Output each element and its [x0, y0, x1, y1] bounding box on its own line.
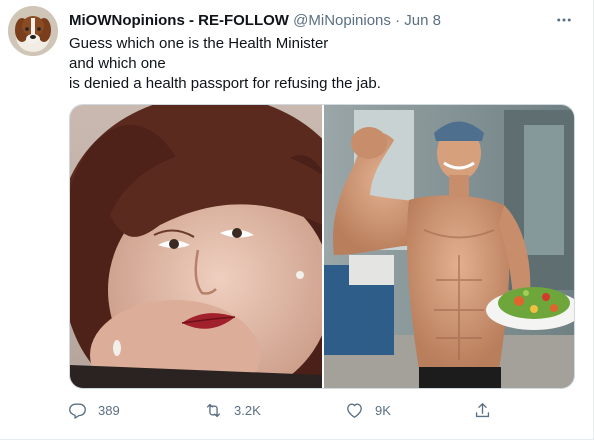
- more-icon[interactable]: [549, 5, 579, 35]
- tweet-actions: 389 3.2K 9K: [68, 398, 508, 422]
- avatar[interactable]: [8, 6, 58, 56]
- tweet-text-line: Guess which one is the Health Minister: [69, 35, 329, 52]
- avatar-image: [8, 6, 58, 56]
- separator-dot: ·: [395, 12, 401, 29]
- tweet-text-line: is denied a health passport for refusing…: [69, 75, 381, 92]
- reply-button[interactable]: 389: [68, 398, 120, 422]
- retweet-button[interactable]: 3.2K: [204, 398, 261, 422]
- photo-left[interactable]: [70, 105, 322, 389]
- reply-icon: [69, 402, 86, 419]
- heart-icon: [347, 402, 362, 418]
- reply-count: 389: [98, 402, 120, 418]
- tweet-text: Guess which one is the Health Minister a…: [69, 34, 381, 94]
- share-button[interactable]: [473, 398, 492, 422]
- retweet-icon: [206, 403, 221, 417]
- like-button[interactable]: 9K: [345, 398, 391, 422]
- tweet-media[interactable]: [69, 104, 575, 389]
- display-name[interactable]: MiOWNopinions - RE-FOLLOW: [69, 12, 289, 29]
- photo-right[interactable]: [324, 105, 575, 389]
- tweet[interactable]: MiOWNopinions - RE-FOLLOW @MiNopinions ·…: [0, 0, 594, 440]
- share-icon: [475, 402, 490, 417]
- user-handle[interactable]: @MiNopinions: [293, 12, 391, 29]
- tweet-date[interactable]: Jun 8: [404, 12, 441, 29]
- retweet-count: 3.2K: [234, 402, 261, 418]
- tweet-text-line: and which one: [69, 55, 166, 72]
- tweet-header: MiOWNopinions - RE-FOLLOW @MiNopinions ·…: [69, 11, 441, 31]
- like-count: 9K: [375, 402, 391, 418]
